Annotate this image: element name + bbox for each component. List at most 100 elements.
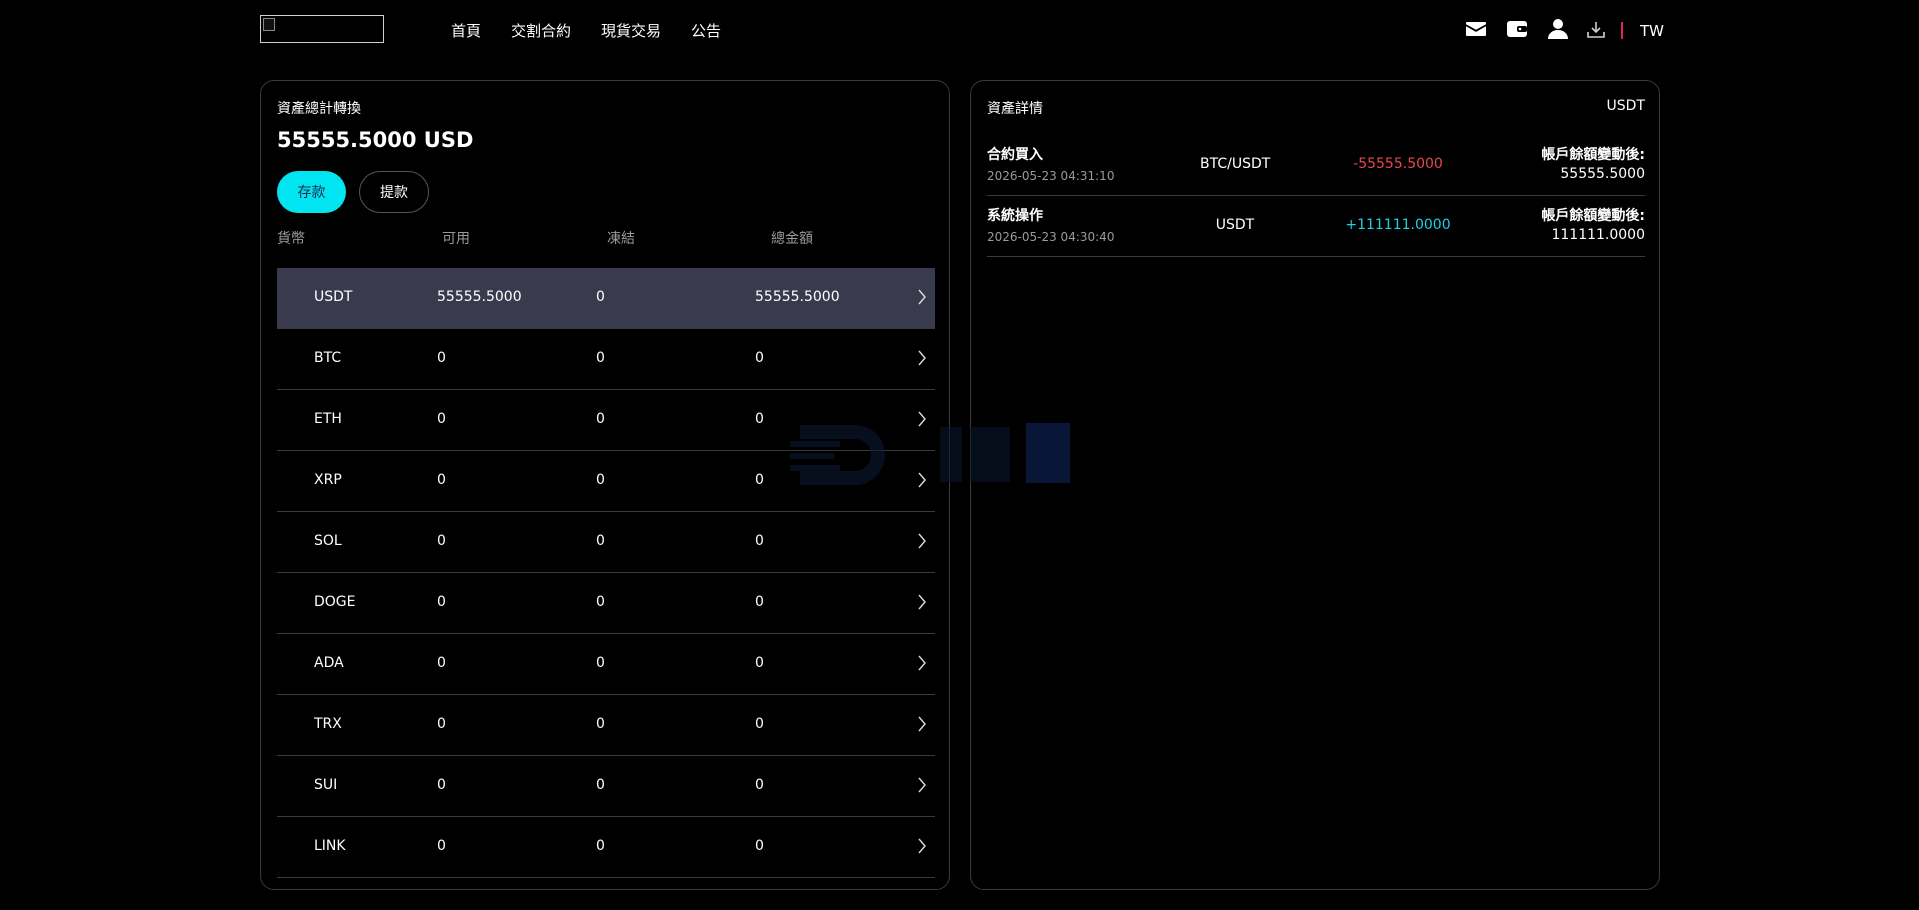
language-switch[interactable]: TW: [1640, 22, 1664, 40]
record-time: 2026-05-23 04:31:10: [987, 169, 1115, 183]
table-row[interactable]: ETH 0 0 0: [277, 390, 935, 451]
mail-icon[interactable]: [1464, 17, 1488, 41]
asset-details-panel: 資產詳情 USDT 合約買入 2026-05-23 04:31:10 BTC/U…: [970, 80, 1660, 890]
column-currency: 貨幣: [277, 231, 305, 247]
chevron-right-icon[interactable]: [917, 838, 927, 854]
nav-contract-delivery[interactable]: 交割合約: [511, 20, 571, 41]
asset-details-title: 資產詳情: [987, 101, 1043, 117]
column-frozen: 凍結: [607, 231, 635, 247]
coin-name: DOGE: [314, 594, 356, 610]
top-bar: 首頁 交割合約 現貨交易 公告 TW: [0, 0, 1919, 62]
available-amount: 55555.5000: [437, 289, 522, 305]
total-amount: 0: [755, 594, 764, 610]
available-amount: 0: [437, 716, 446, 732]
chevron-right-icon[interactable]: [917, 411, 927, 427]
broken-image-icon: [263, 18, 275, 31]
total-amount: 0: [755, 777, 764, 793]
record-pair: USDT: [1215, 217, 1255, 233]
available-amount: 0: [437, 350, 446, 366]
record-time: 2026-05-23 04:30:40: [987, 230, 1115, 244]
asset-overview-title: 資產總計轉換: [277, 101, 361, 117]
chevron-right-icon[interactable]: [917, 655, 927, 671]
total-amount: 0: [755, 716, 764, 732]
coin-name: BTC: [314, 350, 342, 366]
available-amount: 0: [437, 655, 446, 671]
asset-table-body: USDT 55555.5000 0 55555.5000 BTC 0 0 0 E…: [277, 268, 935, 878]
record-type: 系統操作: [987, 208, 1043, 224]
user-icon[interactable]: [1546, 17, 1570, 41]
record-pair: BTC/USDT: [1200, 156, 1271, 172]
nav-spot-trading[interactable]: 現貨交易: [601, 20, 661, 41]
balance-after-value: 55555.5000: [1560, 166, 1645, 182]
frozen-amount: 0: [596, 472, 605, 488]
table-row[interactable]: ADA 0 0 0: [277, 634, 935, 695]
frozen-amount: 0: [596, 838, 605, 854]
table-row[interactable]: BTC 0 0 0: [277, 329, 935, 390]
chevron-right-icon[interactable]: [917, 350, 927, 366]
total-amount: 0: [755, 533, 764, 549]
download-icon[interactable]: [1586, 20, 1606, 40]
frozen-amount: 0: [596, 289, 605, 305]
frozen-amount: 0: [596, 533, 605, 549]
column-total: 總金額: [771, 231, 813, 247]
column-available: 可用: [442, 231, 470, 247]
coin-name: LINK: [314, 838, 346, 854]
chevron-right-icon[interactable]: [917, 716, 927, 732]
wallet-icon[interactable]: [1505, 17, 1529, 41]
table-row[interactable]: DOGE 0 0 0: [277, 573, 935, 634]
frozen-amount: 0: [596, 716, 605, 732]
frozen-amount: 0: [596, 594, 605, 610]
coin-name: SOL: [314, 533, 342, 549]
balance-after-label: 帳戶餘額變動後:: [1541, 147, 1645, 163]
chevron-right-icon[interactable]: [917, 472, 927, 488]
asset-table-header: 貨幣 可用 凍結 總金額: [277, 228, 935, 248]
nav-announcements[interactable]: 公告: [691, 20, 721, 41]
available-amount: 0: [437, 533, 446, 549]
total-assets-value: 55555.5000 USD: [277, 128, 474, 152]
chevron-right-icon[interactable]: [917, 594, 927, 610]
details-currency[interactable]: USDT: [1607, 98, 1645, 114]
table-row[interactable]: TRX 0 0 0: [277, 695, 935, 756]
frozen-amount: 0: [596, 411, 605, 427]
total-amount: 0: [755, 411, 764, 427]
list-item: 合約買入 2026-05-23 04:31:10 BTC/USDT -55555…: [987, 135, 1645, 196]
frozen-amount: 0: [596, 350, 605, 366]
header-divider: [1621, 22, 1623, 39]
total-amount: 0: [755, 350, 764, 366]
available-amount: 0: [437, 472, 446, 488]
available-amount: 0: [437, 838, 446, 854]
balance-after-value: 111111.0000: [1551, 227, 1645, 243]
available-amount: 0: [437, 411, 446, 427]
chevron-right-icon[interactable]: [917, 289, 927, 305]
table-row[interactable]: LINK 0 0 0: [277, 817, 935, 878]
logo-broken-image[interactable]: [260, 15, 384, 43]
withdraw-button[interactable]: 提款: [359, 171, 429, 213]
total-amount: 0: [755, 838, 764, 854]
coin-name: SUI: [314, 777, 338, 793]
table-row[interactable]: SUI 0 0 0: [277, 756, 935, 817]
total-amount: 55555.5000: [755, 289, 840, 305]
table-row[interactable]: SOL 0 0 0: [277, 512, 935, 573]
total-amount: 0: [755, 655, 764, 671]
chevron-right-icon[interactable]: [917, 533, 927, 549]
list-item: 系統操作 2026-05-23 04:30:40 USDT +111111.00…: [987, 196, 1645, 257]
record-amount: -55555.5000: [1353, 156, 1443, 172]
asset-overview-panel: 資產總計轉換 55555.5000 USD 存款 提款 貨幣 可用 凍結 總金額…: [260, 80, 950, 890]
coin-name: ETH: [314, 411, 342, 427]
table-row[interactable]: XRP 0 0 0: [277, 451, 935, 512]
coin-name: TRX: [314, 716, 342, 732]
frozen-amount: 0: [596, 777, 605, 793]
chevron-right-icon[interactable]: [917, 777, 927, 793]
available-amount: 0: [437, 594, 446, 610]
coin-name: USDT: [314, 289, 353, 305]
available-amount: 0: [437, 777, 446, 793]
nav-home[interactable]: 首頁: [451, 20, 481, 41]
table-row[interactable]: USDT 55555.5000 0 55555.5000: [277, 268, 935, 329]
record-type: 合約買入: [987, 147, 1043, 163]
balance-after-label: 帳戶餘額變動後:: [1541, 208, 1645, 224]
coin-name: XRP: [314, 472, 342, 488]
main-nav: 首頁 交割合約 現貨交易 公告: [451, 20, 721, 41]
deposit-button[interactable]: 存款: [277, 171, 346, 213]
total-amount: 0: [755, 472, 764, 488]
record-amount: +111111.0000: [1345, 217, 1451, 233]
